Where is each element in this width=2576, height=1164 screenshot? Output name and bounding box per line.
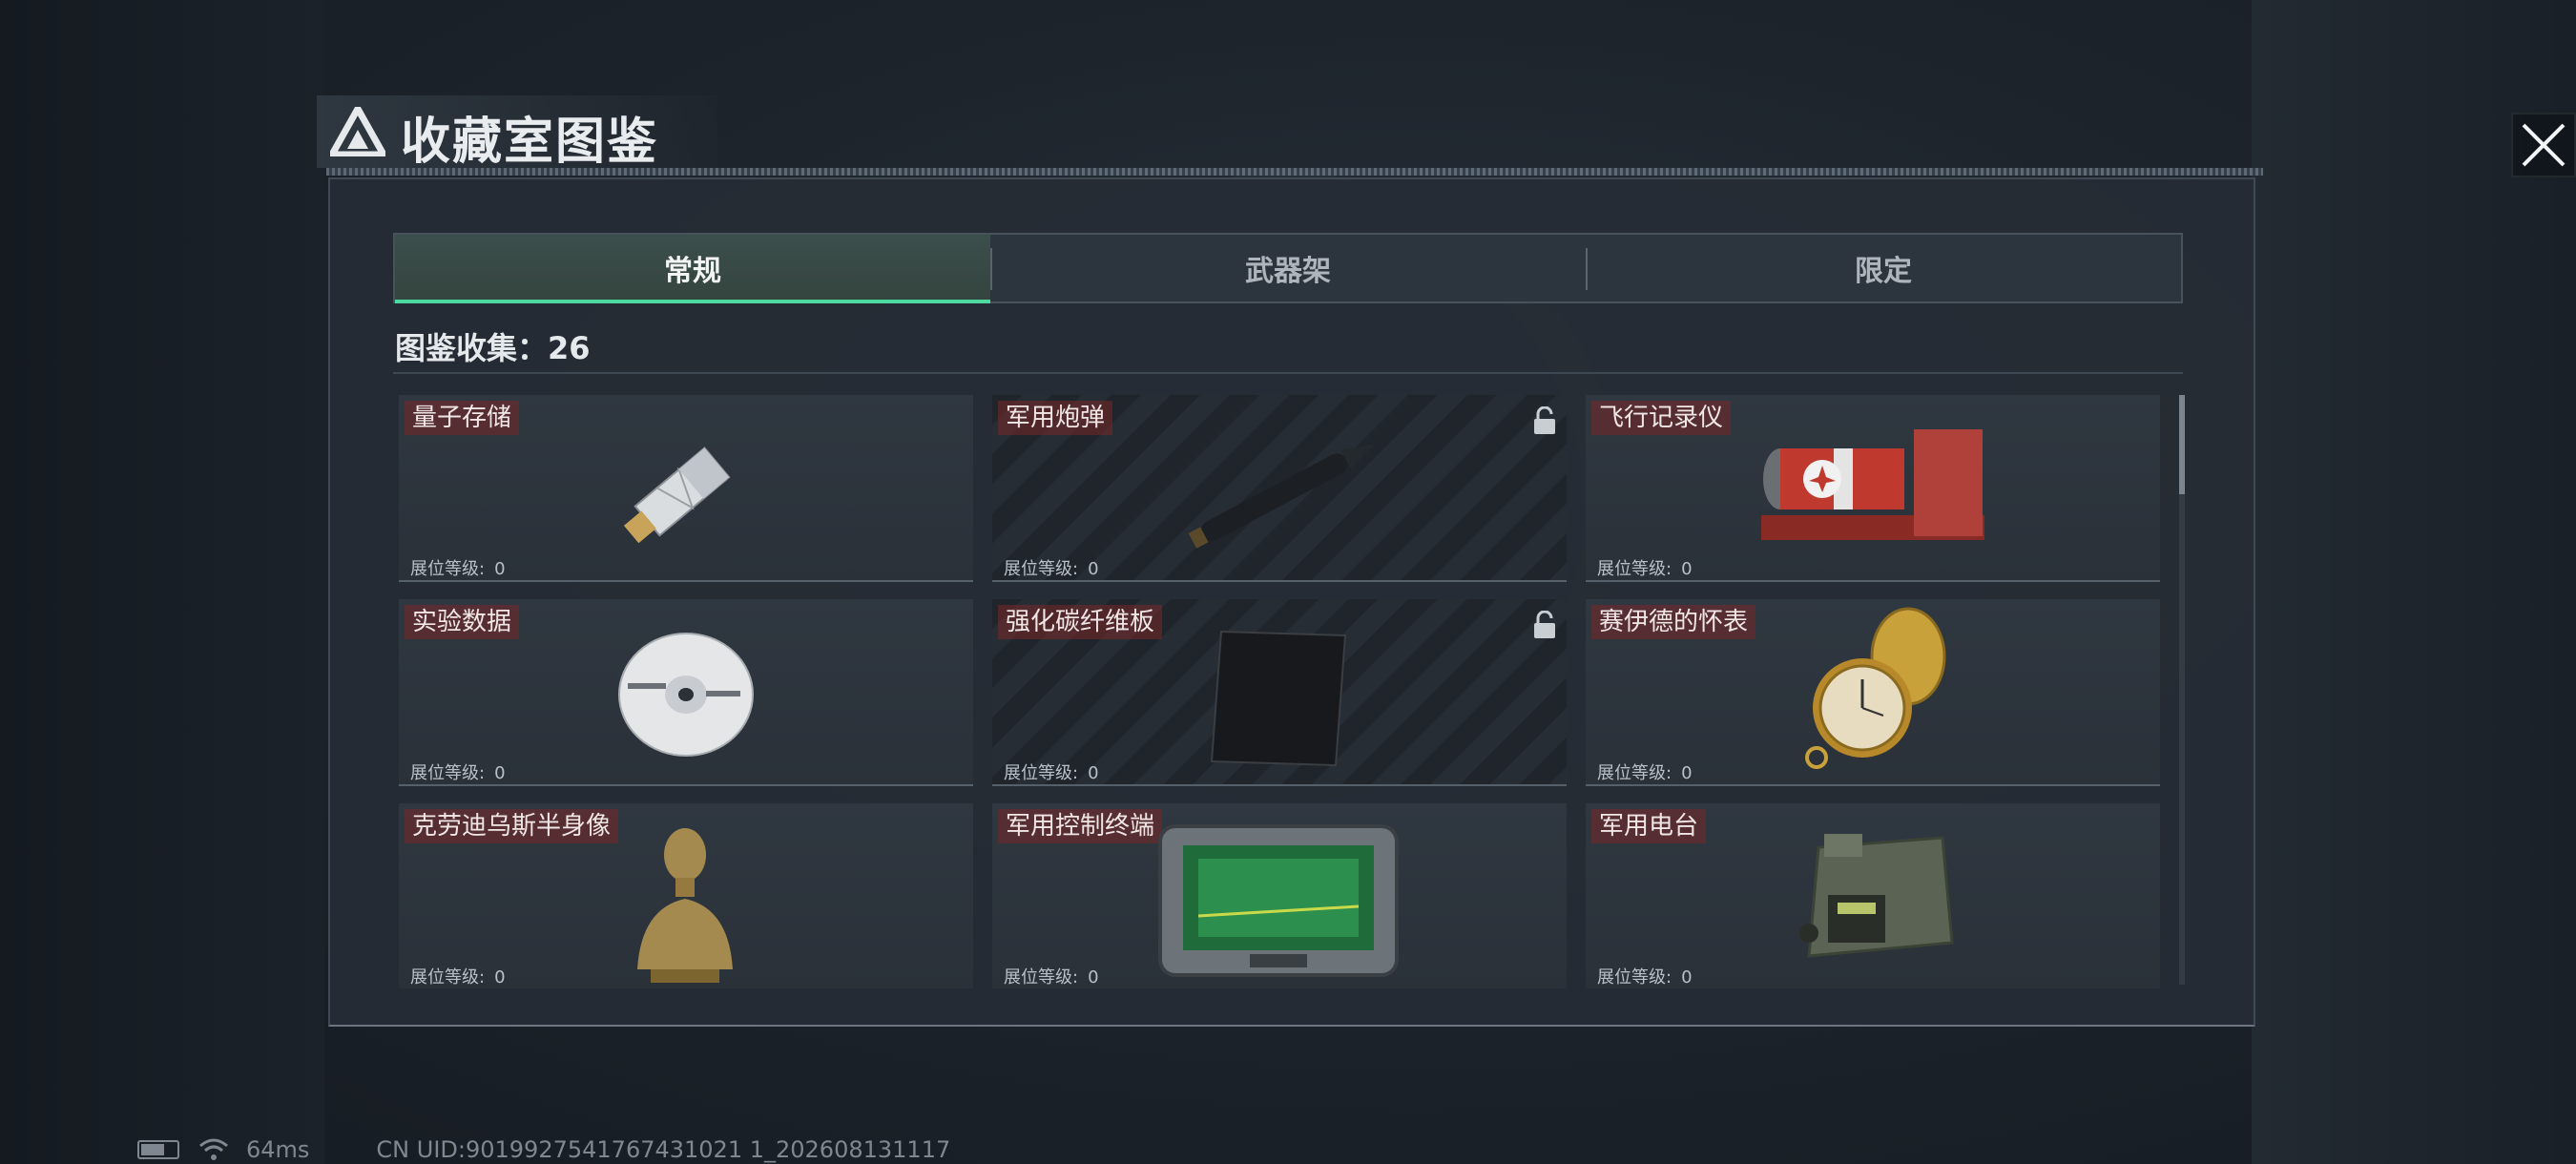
level-label: 展位等级:: [1597, 967, 1672, 987]
ping-value: 64ms: [246, 1136, 310, 1163]
level-label: 展位等级:: [1004, 967, 1079, 987]
user-uid: CN UID:9019927541767431021 1_20260813111…: [376, 1136, 951, 1163]
item-card-pocket-watch[interactable]: 赛伊德的怀表 展位等级: 0: [1586, 599, 2160, 786]
usb-drive-icon: [623, 447, 731, 544]
pocket-watch-icon: [1805, 607, 1946, 769]
booth-level: 展位等级: 0: [994, 759, 1099, 784]
catalog-panel: 常规 武器架 限定 图鉴收集：26 量子存储 展位等级: 0 军用炮弹 展位等级…: [328, 177, 2255, 1027]
level-label: 展位等级:: [410, 559, 486, 579]
item-name: 实验数据: [405, 605, 520, 639]
artillery-shell-icon: [1188, 444, 1376, 549]
booth-level: 展位等级: 0: [1588, 759, 1693, 784]
item-card-carbon-plate[interactable]: 强化碳纤维板 展位等级: 0: [992, 599, 1567, 786]
tab-regular[interactable]: 常规: [395, 235, 990, 303]
level-value: 0: [494, 559, 506, 579]
scrollbar[interactable]: [2179, 395, 2185, 985]
carbon-plate-icon: [1210, 630, 1347, 767]
wifi-icon: [199, 1138, 228, 1160]
level-label: 展位等级:: [1597, 763, 1672, 783]
tab-limited[interactable]: 限定: [1586, 235, 2181, 301]
radio-icon: [1799, 834, 1954, 958]
level-value: 0: [1088, 559, 1099, 579]
lock-icon: [1534, 406, 1555, 434]
item-name: 军用控制终端: [998, 809, 1163, 843]
page-title: 收藏室图鉴: [401, 114, 659, 171]
level-label: 展位等级:: [1004, 763, 1079, 783]
level-label: 展位等级:: [1004, 559, 1079, 579]
booth-level: 展位等级: 0: [994, 555, 1099, 580]
item-name: 强化碳纤维板: [998, 605, 1163, 639]
collection-count: 图鉴收集：26: [395, 330, 591, 366]
level-value: 0: [1681, 967, 1693, 987]
disc-icon: [618, 633, 754, 757]
level-value: 0: [494, 967, 506, 987]
tab-bar: 常规 武器架 限定: [393, 233, 2183, 303]
item-name: 军用电台: [1591, 809, 1707, 843]
item-card-control-terminal[interactable]: 军用控制终端 展位等级: 0: [992, 803, 1567, 988]
item-name: 军用炮弹: [998, 401, 1113, 435]
status-bar: 64ms CN UID:9019927541767431021 1_202608…: [137, 1136, 951, 1163]
item-card-quantum-storage[interactable]: 量子存储 展位等级: 0: [399, 395, 973, 582]
level-value: 0: [1681, 763, 1693, 783]
item-card-military-radio[interactable]: 军用电台 展位等级: 0: [1586, 803, 2160, 988]
booth-level: 展位等级: 0: [401, 555, 506, 580]
level-value: 0: [1088, 763, 1099, 783]
scroll-thumb[interactable]: [2179, 395, 2185, 494]
item-card-flight-recorder[interactable]: 飞行记录仪 展位等级: 0: [1586, 395, 2160, 582]
item-name: 飞行记录仪: [1591, 401, 1732, 435]
level-label: 展位等级:: [410, 967, 486, 987]
divider: [393, 372, 2183, 374]
header: 收藏室图鉴: [317, 95, 2576, 177]
lock-icon: [1534, 611, 1555, 638]
triangle-logo-icon: [330, 107, 385, 156]
battery-icon: [137, 1140, 179, 1159]
item-card-claudius-bust[interactable]: 克劳迪乌斯半身像 展位等级: 0: [399, 803, 973, 988]
header-divider: [326, 168, 2263, 176]
item-grid: 量子存储 展位等级: 0 军用炮弹 展位等级: 0 飞行记录仪 展位等级: 0 …: [399, 395, 2173, 988]
flight-recorder-icon: [1761, 429, 1984, 540]
close-icon: [2522, 123, 2566, 167]
booth-level: 展位等级: 0: [401, 964, 506, 988]
item-name: 量子存储: [405, 401, 520, 435]
booth-level: 展位等级: 0: [1588, 964, 1693, 988]
item-name: 克劳迪乌斯半身像: [405, 809, 619, 843]
level-label: 展位等级:: [1597, 559, 1672, 579]
level-value: 0: [1681, 559, 1693, 579]
booth-level: 展位等级: 0: [401, 759, 506, 784]
level-value: 0: [1088, 967, 1099, 987]
control-terminal-icon: [1158, 824, 1399, 977]
background-left: [0, 0, 324, 1164]
booth-level: 展位等级: 0: [1588, 555, 1693, 580]
bust-icon: [637, 828, 733, 983]
level-value: 0: [494, 763, 506, 783]
item-name: 赛伊德的怀表: [1591, 605, 1756, 639]
booth-level: 展位等级: 0: [994, 964, 1099, 988]
close-button[interactable]: [2511, 113, 2576, 177]
level-label: 展位等级:: [410, 763, 486, 783]
item-card-artillery-shell[interactable]: 军用炮弹 展位等级: 0: [992, 395, 1567, 582]
item-card-experiment-data[interactable]: 实验数据 展位等级: 0: [399, 599, 973, 786]
tab-weapon-rack[interactable]: 武器架: [990, 235, 1586, 301]
